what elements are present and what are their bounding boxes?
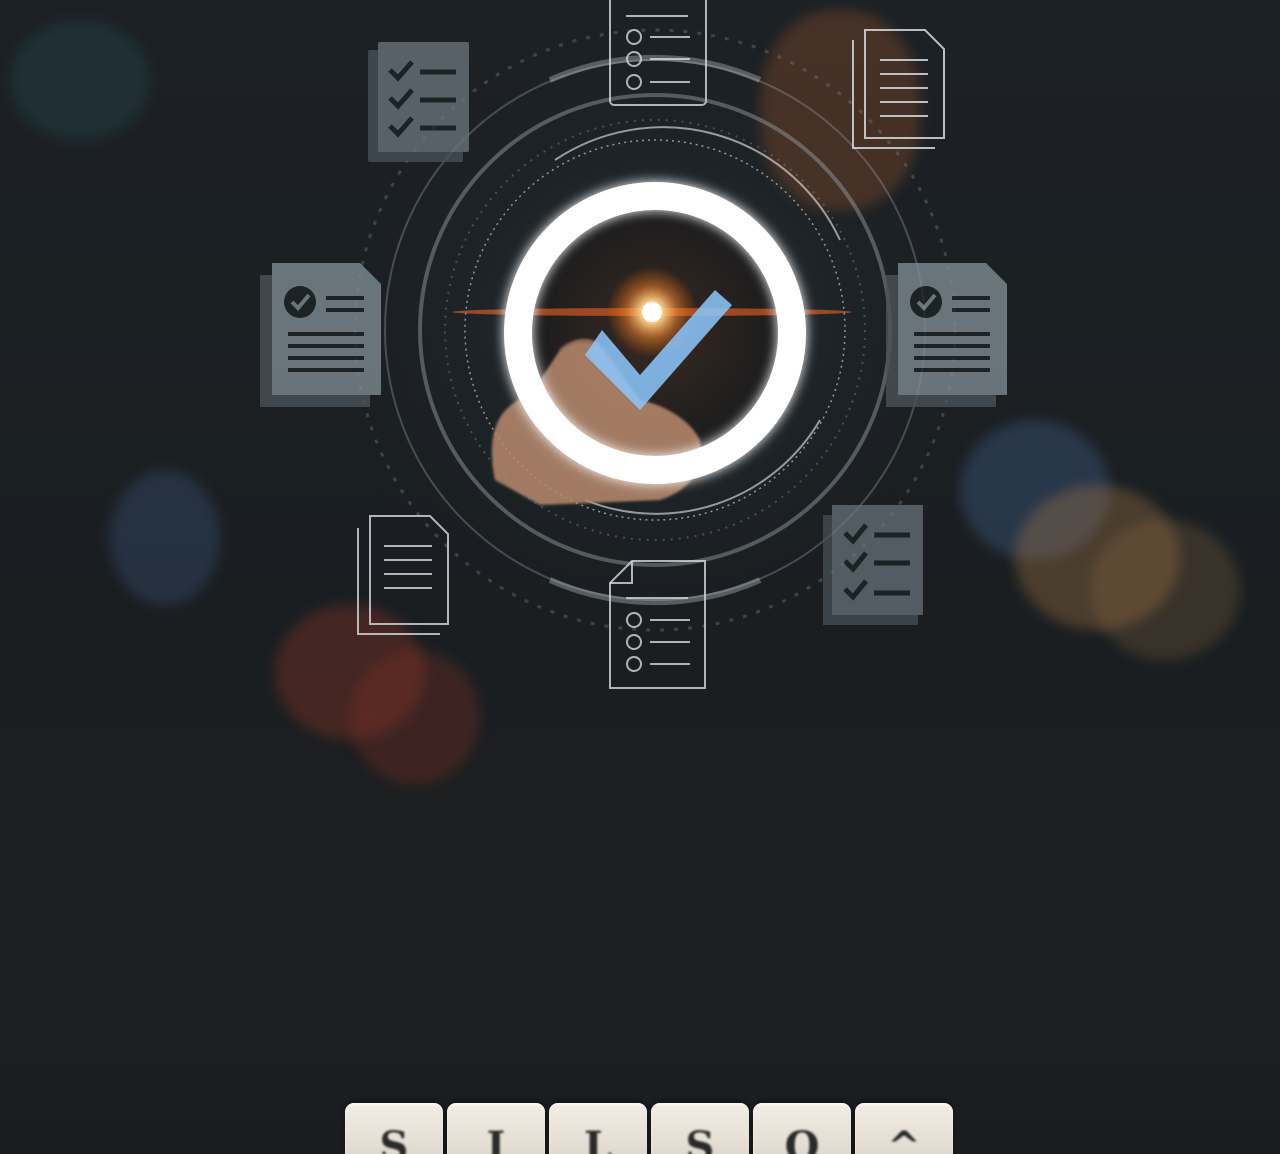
die-glyph: ^ [887, 1123, 921, 1154]
copy-documents-icon [357, 515, 449, 635]
copy-documents-icon [852, 29, 945, 149]
letter-dice-row: S I L S O ^ [345, 1103, 965, 1154]
die-glyph: S [379, 1123, 409, 1154]
hud-overlay [260, 0, 1007, 689]
die-glyph: L [583, 1123, 613, 1154]
letter-die: O [753, 1103, 851, 1154]
letter-die: S [345, 1103, 443, 1154]
checklist-document-icon [609, 0, 707, 106]
die-glyph: O [784, 1123, 820, 1154]
approved-document-icon [260, 263, 381, 407]
photo-scene: S I L S O ^ [0, 0, 1280, 1154]
approved-document-icon [886, 263, 1007, 407]
checklist-document-icon [609, 560, 706, 689]
die-glyph: I [486, 1123, 506, 1154]
letter-die: ^ [855, 1103, 953, 1154]
letter-die: L [549, 1103, 647, 1154]
letter-die: S [651, 1103, 749, 1154]
die-glyph: S [685, 1123, 715, 1154]
checklist-document-icon [368, 42, 469, 162]
checklist-document-icon [823, 505, 923, 625]
letter-die: I [447, 1103, 545, 1154]
